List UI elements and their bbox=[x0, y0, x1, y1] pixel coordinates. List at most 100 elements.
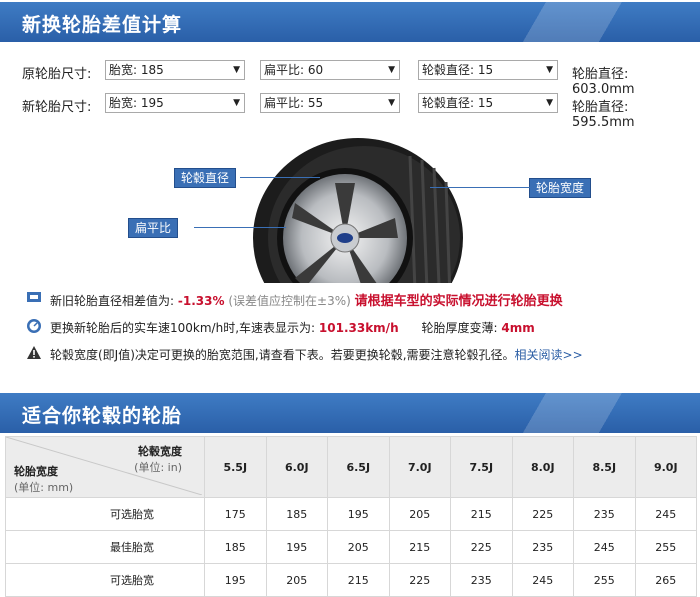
chevron-down-icon: ▼ bbox=[388, 65, 395, 75]
table-row: 最佳胎宽 185 195 205 215 225 235 245 255 bbox=[5, 530, 697, 564]
table-header-row: 轮毂宽度 (单位: in) 轮胎宽度 (单位: mm) 5.5J 6.0J 6.… bbox=[5, 436, 697, 498]
tire-width-pointer bbox=[430, 187, 530, 188]
aspect-ratio-tag: 扁平比 bbox=[128, 218, 179, 238]
column-header: 8.5J bbox=[573, 436, 636, 498]
chevron-down-icon: ▼ bbox=[233, 65, 240, 75]
column-header: 6.0J bbox=[265, 436, 328, 498]
diameter-diff-text: 新旧轮胎直径相差值为: -1.33% (误差值应控制在±3%) 请根据车型的实际… bbox=[50, 290, 563, 309]
chevron-down-icon: ▼ bbox=[233, 98, 240, 108]
table-cell: 235 bbox=[450, 563, 513, 597]
thickness-value: 4mm bbox=[501, 321, 535, 335]
original-tire-label: 原轮胎尺寸: bbox=[22, 67, 92, 82]
corner-tire-width: 轮胎宽度 (单位: mm) bbox=[14, 463, 73, 495]
corner-rim-width: 轮毂宽度 (单位: in) bbox=[134, 443, 182, 475]
original-ratio-value: 扁平比: 60 bbox=[264, 63, 324, 77]
new-width-select[interactable]: 胎宽: 195 ▼ bbox=[105, 93, 245, 113]
new-rim-value: 轮毂直径: 15 bbox=[422, 96, 494, 110]
table-cell: 195 bbox=[204, 563, 267, 597]
page-title: 新换轮胎差值计算 bbox=[22, 14, 183, 36]
table-cell: 265 bbox=[634, 563, 697, 597]
original-diameter: 轮胎直径: 603.0mm bbox=[572, 67, 635, 97]
table-cell: 175 bbox=[204, 497, 267, 531]
table-cell: 245 bbox=[634, 497, 697, 531]
table-cell: 235 bbox=[573, 497, 636, 531]
table-cell: 215 bbox=[450, 497, 513, 531]
table-cell: 215 bbox=[388, 530, 451, 564]
new-rim-select[interactable]: 轮毂直径: 15 ▼ bbox=[418, 93, 558, 113]
table-cell: 185 bbox=[265, 497, 328, 531]
column-header: 8.0J bbox=[511, 436, 574, 498]
table-cell: 195 bbox=[265, 530, 328, 564]
table-corner-cell: 轮毂宽度 (单位: in) 轮胎宽度 (单位: mm) bbox=[5, 436, 205, 498]
table-cell: 225 bbox=[388, 563, 451, 597]
table-row: 可选胎宽 175 185 195 205 215 225 235 245 bbox=[5, 497, 697, 531]
rim-diameter-pointer bbox=[240, 177, 320, 178]
column-header: 6.5J bbox=[327, 436, 390, 498]
original-rim-select[interactable]: 轮毂直径: 15 ▼ bbox=[418, 60, 558, 80]
header-decoration bbox=[470, 2, 700, 42]
related-reading-link[interactable]: 相关阅读>> bbox=[515, 348, 583, 362]
original-tire-row: 原轮胎尺寸: 胎宽: 185 ▼ 扁平比: 60 ▼ 轮毂直径: 15 ▼ 轮胎直径:… bbox=[22, 60, 692, 97]
column-header: 7.0J bbox=[388, 436, 451, 498]
table-cell: 225 bbox=[450, 530, 513, 564]
new-width-value: 胎宽: 195 bbox=[109, 96, 164, 110]
table-cell: 195 bbox=[327, 497, 390, 531]
row-label: 可选胎宽 bbox=[5, 497, 205, 531]
tire-diagram bbox=[240, 138, 470, 283]
chevron-down-icon: ▼ bbox=[546, 98, 553, 108]
diameter-diff-value: -1.33% bbox=[177, 294, 225, 308]
gauge-icon bbox=[27, 292, 41, 302]
aspect-ratio-pointer bbox=[194, 227, 286, 228]
rim-note-text: 轮毂宽度(即J值)决定可更换的胎宽范围,请查看下表。若要更换轮毂,需要注意轮毂孔… bbox=[50, 346, 583, 363]
original-rim-value: 轮毂直径: 15 bbox=[422, 63, 494, 77]
table-cell: 185 bbox=[204, 530, 267, 564]
table-cell: 225 bbox=[511, 497, 574, 531]
diameter-diff-prefix: 新旧轮胎直径相差值为: bbox=[50, 294, 175, 308]
original-ratio-select[interactable]: 扁平比: 60 ▼ bbox=[260, 60, 400, 80]
column-header: 5.5J bbox=[204, 436, 267, 498]
table-cell: 255 bbox=[573, 563, 636, 597]
new-ratio-value: 扁平比: 55 bbox=[264, 96, 324, 110]
speed-value: 101.33km/h bbox=[318, 321, 399, 335]
column-header: 7.5J bbox=[450, 436, 513, 498]
diameter-diff-note: (误差值应控制在±3%) bbox=[228, 294, 351, 308]
new-tire-row: 新轮胎尺寸: 胎宽: 195 ▼ 扁平比: 55 ▼ 轮毂直径: 15 ▼ 轮胎直径:… bbox=[22, 93, 692, 130]
new-tire-label: 新轮胎尺寸: bbox=[22, 100, 92, 115]
chevron-down-icon: ▼ bbox=[388, 98, 395, 108]
column-header: 9.0J bbox=[634, 436, 697, 498]
rim-note: 轮毂宽度(即J值)决定可更换的胎宽范围,请查看下表。若要更换轮毂,需要注意轮毂孔… bbox=[50, 348, 515, 362]
new-ratio-select[interactable]: 扁平比: 55 ▼ bbox=[260, 93, 400, 113]
table-row: 可选胎宽 195 205 215 225 235 245 255 265 bbox=[5, 563, 697, 597]
table-cell: 245 bbox=[573, 530, 636, 564]
warning-icon bbox=[27, 346, 41, 359]
new-diameter: 轮胎直径: 595.5mm bbox=[572, 100, 635, 130]
header-decoration bbox=[470, 393, 700, 433]
corner-rim-label: 轮毂宽度 bbox=[138, 445, 182, 458]
table-cell: 215 bbox=[327, 563, 390, 597]
row-label: 最佳胎宽 bbox=[5, 530, 205, 564]
calculator-header: 新换轮胎差值计算 bbox=[0, 2, 700, 42]
speed-prefix: 更换新轮胎后的实车速100km/h时,车速表显示为: bbox=[50, 321, 316, 335]
corner-rim-unit: (单位: in) bbox=[134, 461, 182, 474]
diameter-diff-warning: 请根据车型的实际情况进行轮胎更换 bbox=[354, 294, 563, 309]
table-cell: 245 bbox=[511, 563, 574, 597]
section-title: 适合你轮毂的轮胎 bbox=[22, 405, 183, 427]
tire-wheel-image bbox=[253, 138, 463, 283]
row-label: 可选胎宽 bbox=[5, 563, 205, 597]
chevron-down-icon: ▼ bbox=[546, 65, 553, 75]
tire-rim-table: 轮毂宽度 (单位: in) 轮胎宽度 (单位: mm) 5.5J 6.0J 6.… bbox=[5, 436, 697, 597]
original-width-value: 胎宽: 185 bbox=[109, 63, 164, 77]
original-width-select[interactable]: 胎宽: 185 ▼ bbox=[105, 60, 245, 80]
table-cell: 235 bbox=[511, 530, 574, 564]
corner-tire-unit: (单位: mm) bbox=[14, 481, 74, 494]
tire-width-tag: 轮胎宽度 bbox=[529, 178, 592, 198]
speed-text: 更换新轮胎后的实车速100km/h时,车速表显示为: 101.33km/h 轮胎… bbox=[50, 319, 535, 336]
corner-tire-label: 轮胎宽度 bbox=[14, 465, 58, 478]
rim-diameter-tag: 轮毂直径 bbox=[174, 168, 237, 188]
table-cell: 205 bbox=[388, 497, 451, 531]
speedometer-icon bbox=[27, 319, 41, 333]
table-cell: 255 bbox=[634, 530, 697, 564]
thickness-prefix: 轮胎厚度变薄: bbox=[421, 321, 498, 335]
table-cell: 205 bbox=[327, 530, 390, 564]
suitable-tires-header: 适合你轮毂的轮胎 bbox=[0, 393, 700, 433]
